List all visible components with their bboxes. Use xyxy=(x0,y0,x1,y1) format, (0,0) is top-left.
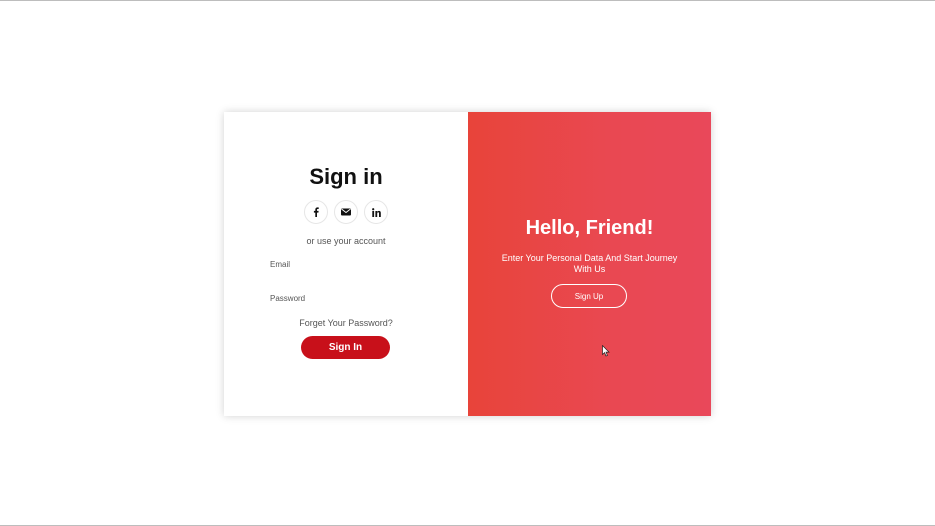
signup-overlay-panel: Hello, Friend! Enter Your Personal Data … xyxy=(468,112,711,416)
auth-card: Sign in or use your account Email Forget… xyxy=(224,112,711,416)
email-field[interactable] xyxy=(266,252,426,276)
signin-title: Sign in xyxy=(309,164,383,189)
password-field[interactable] xyxy=(266,286,426,310)
forgot-password-link[interactable]: Forget Your Password? xyxy=(224,318,468,328)
signin-button[interactable]: Sign In xyxy=(301,336,390,359)
facebook-icon xyxy=(313,207,319,217)
page-frame: Sign in or use your account Email Forget… xyxy=(0,0,935,526)
signup-button[interactable]: Sign Up xyxy=(551,284,627,308)
social-buttons xyxy=(224,200,468,224)
linkedin-icon xyxy=(371,207,381,217)
linkedin-button[interactable] xyxy=(364,200,388,224)
overlay-subtitle: Enter Your Personal Data And Start Journ… xyxy=(501,253,678,274)
envelope-icon xyxy=(341,208,351,216)
mouse-cursor-icon xyxy=(602,345,610,357)
overlay-title: Hello, Friend! xyxy=(525,217,654,239)
email-button[interactable] xyxy=(334,200,358,224)
signin-panel: Sign in or use your account Email Forget… xyxy=(224,112,468,416)
facebook-button[interactable] xyxy=(304,200,328,224)
alt-login-text: or use your account xyxy=(306,236,386,246)
